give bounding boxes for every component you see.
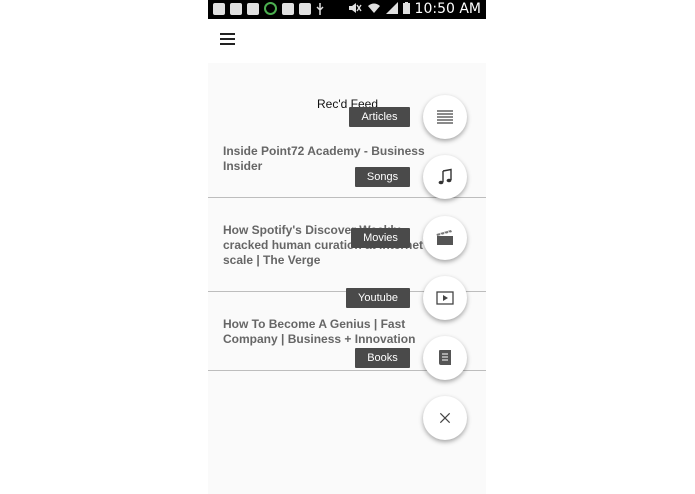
youtube-button[interactable] bbox=[423, 276, 467, 320]
whatsapp-notification-icon bbox=[282, 2, 294, 15]
status-bar: 10:50 AM bbox=[208, 0, 486, 19]
status-time: 10:50 AM bbox=[414, 1, 481, 17]
music-note-icon bbox=[438, 168, 452, 185]
feed-item-title: How To Become A Genius | Fast Company | … bbox=[223, 317, 416, 346]
movies-button[interactable] bbox=[423, 216, 467, 260]
shield-notification-icon bbox=[299, 2, 311, 15]
battery-icon bbox=[402, 1, 410, 18]
movies-label[interactable]: Movies bbox=[351, 228, 410, 248]
facebook-notification-icon-2 bbox=[247, 2, 259, 15]
books-label[interactable]: Books bbox=[355, 348, 410, 368]
book-icon bbox=[439, 350, 451, 365]
articles-button[interactable] bbox=[423, 95, 467, 139]
close-speed-dial-button[interactable] bbox=[423, 396, 467, 440]
hamburger-menu-icon[interactable] bbox=[220, 33, 238, 49]
songs-button[interactable] bbox=[423, 155, 467, 199]
facebook-notification-icon bbox=[230, 2, 242, 15]
status-notification-icons bbox=[213, 2, 324, 15]
app-bar bbox=[208, 19, 486, 63]
wifi-icon bbox=[367, 2, 381, 18]
articles-label[interactable]: Articles bbox=[349, 107, 410, 127]
articles-list-icon bbox=[437, 110, 453, 124]
songs-label[interactable]: Songs bbox=[355, 167, 410, 187]
clapperboard-icon bbox=[436, 230, 453, 245]
youtube-label[interactable]: Youtube bbox=[346, 288, 410, 308]
close-icon bbox=[439, 412, 451, 424]
circle-notification-icon bbox=[264, 2, 277, 15]
books-button[interactable] bbox=[423, 336, 467, 380]
status-system-icons: 10:50 AM bbox=[348, 1, 481, 18]
play-video-icon bbox=[436, 291, 454, 305]
signal-icon bbox=[385, 1, 398, 18]
mute-icon bbox=[348, 2, 362, 18]
usb-icon bbox=[316, 2, 324, 15]
phone-screen: 10:50 AM Rec'd Feed Inside Point72 Acade… bbox=[208, 0, 486, 494]
back-notification-icon bbox=[213, 2, 225, 15]
